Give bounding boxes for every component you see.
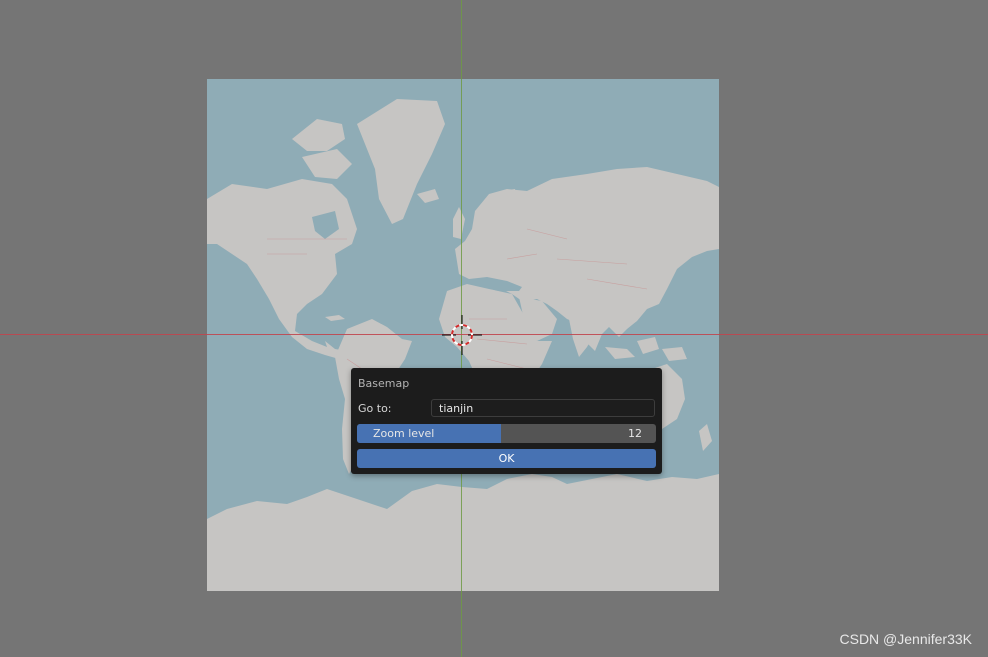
3d-viewport[interactable]: Basemap Go to: tianjin Zoom level 12 OK … [0, 0, 988, 657]
goto-label: Go to: [358, 402, 392, 415]
watermark: CSDN @Jennifer33K [839, 631, 973, 647]
zoom-level-value: 12 [628, 427, 642, 440]
goto-input[interactable]: tianjin [431, 399, 655, 417]
ok-button[interactable]: OK [357, 449, 656, 468]
3d-cursor-icon [442, 315, 482, 355]
zoom-level-label: Zoom level [373, 427, 435, 440]
zoom-level-slider[interactable]: Zoom level 12 [357, 424, 656, 443]
x-axis-line [0, 334, 988, 335]
basemap-dialog: Basemap Go to: tianjin Zoom level 12 OK [351, 368, 662, 474]
dialog-title: Basemap [358, 377, 410, 390]
